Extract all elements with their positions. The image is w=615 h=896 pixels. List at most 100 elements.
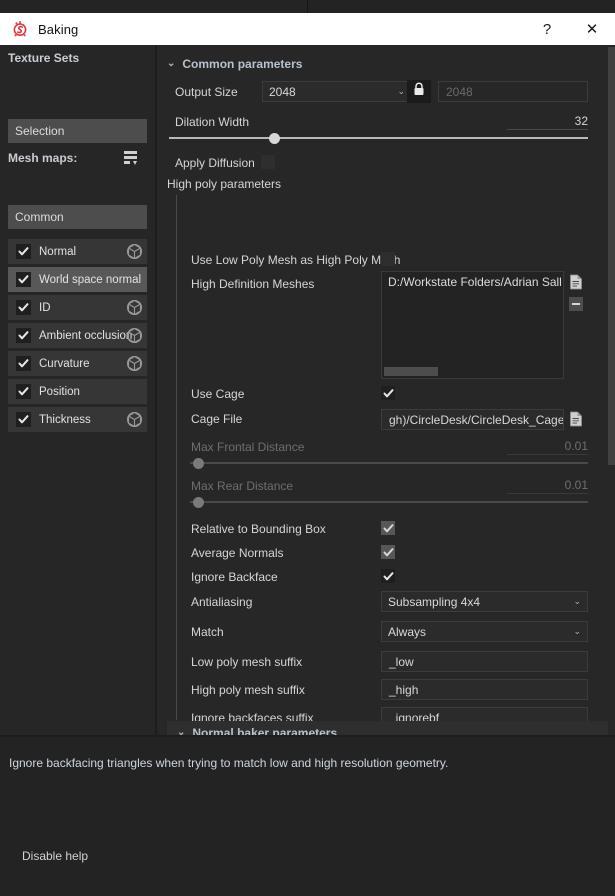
ignore-backface-label: Ignore Backface <box>191 570 278 584</box>
slider-track <box>190 501 588 503</box>
antialiasing-value: Subsampling 4x4 <box>388 594 481 609</box>
relative-to-bounding-box-label: Relative to Bounding Box <box>191 522 326 536</box>
high-definition-meshes-list[interactable]: D:/Workstate Folders/Adrian Sallus <box>381 271 564 379</box>
high-poly-suffix-field[interactable]: _high <box>381 679 588 700</box>
texture-sets-heading: Texture Sets <box>8 51 80 65</box>
cage-file-field[interactable]: gh)/CircleDesk/CircleDesk_Cage.fbx <box>381 409 564 430</box>
use-low-poly-as-high-poly-label: Use Low Poly Mesh as High Poly Mesh <box>191 253 401 267</box>
dilation-width-value[interactable]: 32 <box>507 114 588 130</box>
mesh-maps-list: Normal World space normal ID Ambient occ… <box>8 239 147 435</box>
mesh-cube-icon[interactable] <box>126 355 143 372</box>
average-normals-checkbox[interactable] <box>381 545 395 559</box>
ignore-backface-checkbox[interactable] <box>381 569 395 583</box>
disable-help-link[interactable]: Disable help <box>22 849 88 863</box>
help-area: Ignore backfacing triangles when trying … <box>0 737 615 896</box>
background-right <box>308 0 615 13</box>
document-add-icon[interactable] <box>568 273 584 290</box>
cage-file-label: Cage File <box>191 412 243 426</box>
high-definition-meshes-label: High Definition Meshes <box>191 277 315 291</box>
max-rear-distance-label: Max Rear Distance <box>191 479 294 493</box>
slider-track <box>190 462 588 464</box>
background-seam <box>307 0 308 13</box>
checkbox-checked-icon[interactable] <box>16 412 31 427</box>
max-rear-distance-value: 0.01 <box>507 478 588 494</box>
parameters-panel: ⌄ Common parameters Output Size 2048 ⌄ 2… <box>157 45 608 735</box>
apply-diffusion-label: Apply Diffusion <box>175 156 255 170</box>
match-dropdown[interactable]: Always ⌄ <box>381 621 588 642</box>
horizontal-scrollbar[interactable] <box>384 367 438 376</box>
output-size-dropdown[interactable]: 2048 ⌄ <box>262 81 412 102</box>
mesh-map-row-thickness[interactable]: Thickness <box>8 407 147 432</box>
low-poly-suffix-field[interactable]: _low <box>381 651 588 672</box>
low-poly-suffix-label: Low poly mesh suffix <box>191 655 303 669</box>
mesh-map-row-world-space-normal[interactable]: World space normal <box>8 267 147 292</box>
low-poly-suffix-value: _low <box>389 654 414 669</box>
average-normals-label: Average Normals <box>191 546 284 560</box>
mesh-map-label: ID <box>39 301 51 314</box>
document-browse-icon[interactable] <box>568 410 584 427</box>
apply-diffusion-checkbox[interactable] <box>261 155 275 169</box>
output-size-lock-button[interactable] <box>407 80 431 103</box>
panel-scrollbar-thumb[interactable] <box>608 47 615 465</box>
slider-handle <box>192 497 204 508</box>
antialiasing-label: Antialiasing <box>191 595 253 609</box>
mesh-map-row-ambient-occlusion[interactable]: Ambient occlusion <box>8 323 147 348</box>
dilation-width-slider[interactable] <box>169 132 588 144</box>
dialog-content: Texture Sets Selection Mesh maps: Common <box>0 45 615 896</box>
mesh-map-row-id[interactable]: ID <box>8 295 147 320</box>
close-button[interactable]: ✕ <box>569 13 615 45</box>
section-header-common-parameters[interactable]: ⌄ Common parameters <box>167 57 302 71</box>
question-mark-icon: ? <box>542 20 552 38</box>
checkbox-checked-icon[interactable] <box>16 356 31 371</box>
chevron-down-icon: ⌄ <box>167 58 176 69</box>
mesh-map-label: Thickness <box>39 413 91 426</box>
window-title: Baking <box>38 21 79 37</box>
cage-file-value: gh)/CircleDesk/CircleDesk_Cage.fbx <box>389 412 564 427</box>
high-definition-mesh-path[interactable]: D:/Workstate Folders/Adrian Sallus <box>384 274 561 291</box>
output-size-locked-field: 2048 <box>438 81 588 102</box>
help-text: Ignore backfacing triangles when trying … <box>9 756 449 770</box>
section-header-normal-baker-parameters[interactable]: ⌄ Normal baker parameters <box>167 721 608 735</box>
dilation-width-label: Dilation Width <box>175 115 250 129</box>
high-poly-parameters-group-label: High poly parameters <box>167 177 282 191</box>
output-size-label: Output Size <box>175 85 238 99</box>
max-frontal-distance-slider <box>190 457 588 469</box>
mesh-cube-icon[interactable] <box>126 327 143 344</box>
mesh-maps-preset-field[interactable]: Common <box>8 205 147 229</box>
relative-to-bounding-box-checkbox[interactable] <box>381 521 395 535</box>
high-poly-suffix-label: High poly mesh suffix <box>191 683 305 697</box>
minus-icon[interactable] <box>568 295 584 312</box>
chevron-down-icon: ⌄ <box>397 86 405 96</box>
checkbox-checked-icon[interactable] <box>16 300 31 315</box>
output-size-locked-value: 2048 <box>446 84 473 99</box>
slider-track <box>169 137 588 139</box>
mesh-map-row-normal[interactable]: Normal <box>8 239 147 264</box>
list-menu-icon[interactable] <box>120 148 146 168</box>
match-value: Always <box>388 624 427 639</box>
chevron-down-icon: ⌄ <box>177 727 186 736</box>
high-poly-suffix-value: _high <box>389 682 419 697</box>
checkbox-checked-icon[interactable] <box>16 272 31 287</box>
use-low-poly-as-high-poly-checkbox[interactable] <box>381 252 395 266</box>
checkbox-checked-icon[interactable] <box>16 384 31 399</box>
mesh-map-row-position[interactable]: Position <box>8 379 147 404</box>
mesh-cube-icon[interactable] <box>126 243 143 260</box>
mesh-map-label: Curvature <box>39 357 90 370</box>
help-button[interactable]: ? <box>525 13 569 45</box>
section-title: Common parameters <box>182 57 303 71</box>
checkbox-checked-icon[interactable] <box>16 244 31 259</box>
use-cage-checkbox[interactable] <box>381 386 395 400</box>
use-cage-label: Use Cage <box>191 387 245 401</box>
mesh-cube-icon[interactable] <box>126 299 143 316</box>
antialiasing-dropdown[interactable]: Subsampling 4x4 ⌄ <box>381 591 588 612</box>
texture-set-selection-item[interactable]: Selection <box>8 119 147 143</box>
checkbox-checked-icon[interactable] <box>16 328 31 343</box>
slider-handle[interactable] <box>268 133 280 144</box>
max-rear-distance-slider <box>190 496 588 508</box>
group-indent-rule <box>176 195 177 720</box>
mesh-map-label: World space normal <box>39 273 142 286</box>
mesh-map-row-curvature[interactable]: Curvature <box>8 351 147 376</box>
lock-closed-icon <box>413 82 425 101</box>
substance-painter-icon <box>11 20 29 38</box>
mesh-cube-icon[interactable] <box>126 411 143 428</box>
